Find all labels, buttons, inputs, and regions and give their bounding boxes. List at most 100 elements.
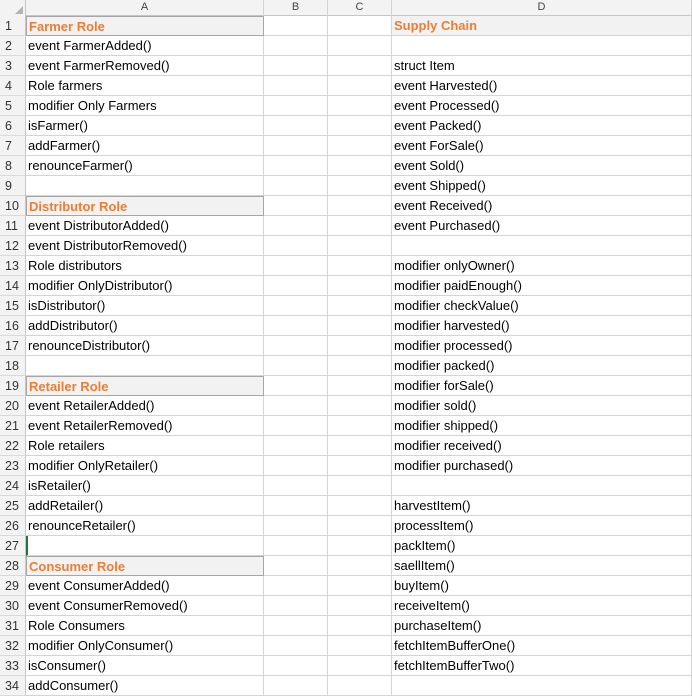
cell-d[interactable]: modifier received()	[392, 436, 692, 456]
cell-d[interactable]: modifier checkValue()	[392, 296, 692, 316]
cell-b[interactable]	[264, 16, 328, 36]
cell-b[interactable]	[264, 176, 328, 196]
cell-a[interactable]: renounceFarmer()	[26, 156, 264, 176]
cell-b[interactable]	[264, 236, 328, 256]
cell-b[interactable]	[264, 96, 328, 116]
cell-a[interactable]: event DistributorAdded()	[26, 216, 264, 236]
cell-b[interactable]	[264, 576, 328, 596]
cell-a[interactable]: isConsumer()	[26, 656, 264, 676]
section-header-cell[interactable]: Distributor Role	[26, 196, 264, 216]
cell-c[interactable]	[328, 676, 392, 696]
cell-b[interactable]	[264, 256, 328, 276]
row-header[interactable]: 11	[0, 216, 26, 236]
cell-d[interactable]	[392, 676, 692, 696]
cell-d[interactable]: modifier harvested()	[392, 316, 692, 336]
cell-a[interactable]	[26, 536, 264, 556]
row-header[interactable]: 4	[0, 76, 26, 96]
cell-d[interactable]	[392, 476, 692, 496]
column-header-a[interactable]: A	[26, 0, 264, 16]
row-header[interactable]: 30	[0, 596, 26, 616]
cell-d[interactable]: event Purchased()	[392, 216, 692, 236]
cell-d[interactable]: event Received()	[392, 196, 692, 216]
cell-d[interactable]: purchaseItem()	[392, 616, 692, 636]
cell-a[interactable]: Role retailers	[26, 436, 264, 456]
cell-b[interactable]	[264, 536, 328, 556]
cell-c[interactable]	[328, 516, 392, 536]
cell-a[interactable]: event RetailerRemoved()	[26, 416, 264, 436]
cell-b[interactable]	[264, 56, 328, 76]
row-header[interactable]: 33	[0, 656, 26, 676]
cell-c[interactable]	[328, 76, 392, 96]
row-header[interactable]: 17	[0, 336, 26, 356]
row-header[interactable]: 32	[0, 636, 26, 656]
cell-b[interactable]	[264, 196, 328, 216]
cell-a[interactable]: modifier OnlyDistributor()	[26, 276, 264, 296]
cell-c[interactable]	[328, 116, 392, 136]
cell-a[interactable]: event FarmerAdded()	[26, 36, 264, 56]
row-header[interactable]: 12	[0, 236, 26, 256]
cell-c[interactable]	[328, 596, 392, 616]
row-header[interactable]: 19	[0, 376, 26, 396]
cell-b[interactable]	[264, 656, 328, 676]
cell-b[interactable]	[264, 396, 328, 416]
cell-d[interactable]: event Sold()	[392, 156, 692, 176]
cell-a[interactable]: addConsumer()	[26, 676, 264, 696]
column-header-c[interactable]: C	[328, 0, 392, 16]
row-header[interactable]: 34	[0, 676, 26, 696]
column-header-d[interactable]: D	[392, 0, 692, 16]
row-header[interactable]: 28	[0, 556, 26, 576]
section-header-cell[interactable]: Supply Chain	[392, 16, 692, 36]
row-header[interactable]: 26	[0, 516, 26, 536]
cell-b[interactable]	[264, 676, 328, 696]
cell-a[interactable]	[26, 176, 264, 196]
row-header[interactable]: 29	[0, 576, 26, 596]
cell-b[interactable]	[264, 136, 328, 156]
cell-c[interactable]	[328, 316, 392, 336]
cell-a[interactable]: isFarmer()	[26, 116, 264, 136]
cell-a[interactable]: renounceRetailer()	[26, 516, 264, 536]
cell-c[interactable]	[328, 256, 392, 276]
row-header[interactable]: 9	[0, 176, 26, 196]
cell-d[interactable]: event Processed()	[392, 96, 692, 116]
row-header[interactable]: 13	[0, 256, 26, 276]
cell-a[interactable]: addRetailer()	[26, 496, 264, 516]
cell-b[interactable]	[264, 556, 328, 576]
cell-b[interactable]	[264, 336, 328, 356]
cell-d[interactable]: fetchItemBufferTwo()	[392, 656, 692, 676]
cell-d[interactable]	[392, 36, 692, 56]
cell-d[interactable]: modifier purchased()	[392, 456, 692, 476]
cell-b[interactable]	[264, 276, 328, 296]
cell-d[interactable]: receiveItem()	[392, 596, 692, 616]
cell-d[interactable]: harvestItem()	[392, 496, 692, 516]
row-header[interactable]: 21	[0, 416, 26, 436]
cell-b[interactable]	[264, 116, 328, 136]
cell-d[interactable]: modifier onlyOwner()	[392, 256, 692, 276]
cell-c[interactable]	[328, 156, 392, 176]
row-header[interactable]: 5	[0, 96, 26, 116]
cell-b[interactable]	[264, 596, 328, 616]
cell-b[interactable]	[264, 636, 328, 656]
cell-c[interactable]	[328, 416, 392, 436]
column-header-b[interactable]: B	[264, 0, 328, 16]
cell-c[interactable]	[328, 496, 392, 516]
cell-a[interactable]: addDistributor()	[26, 316, 264, 336]
cell-b[interactable]	[264, 616, 328, 636]
row-header[interactable]: 18	[0, 356, 26, 376]
row-header[interactable]: 20	[0, 396, 26, 416]
cell-b[interactable]	[264, 436, 328, 456]
cell-a[interactable]: event FarmerRemoved()	[26, 56, 264, 76]
cell-a[interactable]: Role farmers	[26, 76, 264, 96]
row-header[interactable]: 22	[0, 436, 26, 456]
cell-d[interactable]: modifier forSale()	[392, 376, 692, 396]
row-header[interactable]: 2	[0, 36, 26, 56]
cell-c[interactable]	[328, 96, 392, 116]
cell-c[interactable]	[328, 196, 392, 216]
cell-c[interactable]	[328, 276, 392, 296]
cell-d[interactable]	[392, 236, 692, 256]
cell-a[interactable]: event DistributorRemoved()	[26, 236, 264, 256]
cell-b[interactable]	[264, 496, 328, 516]
cell-a[interactable]: modifier OnlyConsumer()	[26, 636, 264, 656]
row-header[interactable]: 1	[0, 16, 26, 36]
cell-c[interactable]	[328, 396, 392, 416]
cell-c[interactable]	[328, 176, 392, 196]
